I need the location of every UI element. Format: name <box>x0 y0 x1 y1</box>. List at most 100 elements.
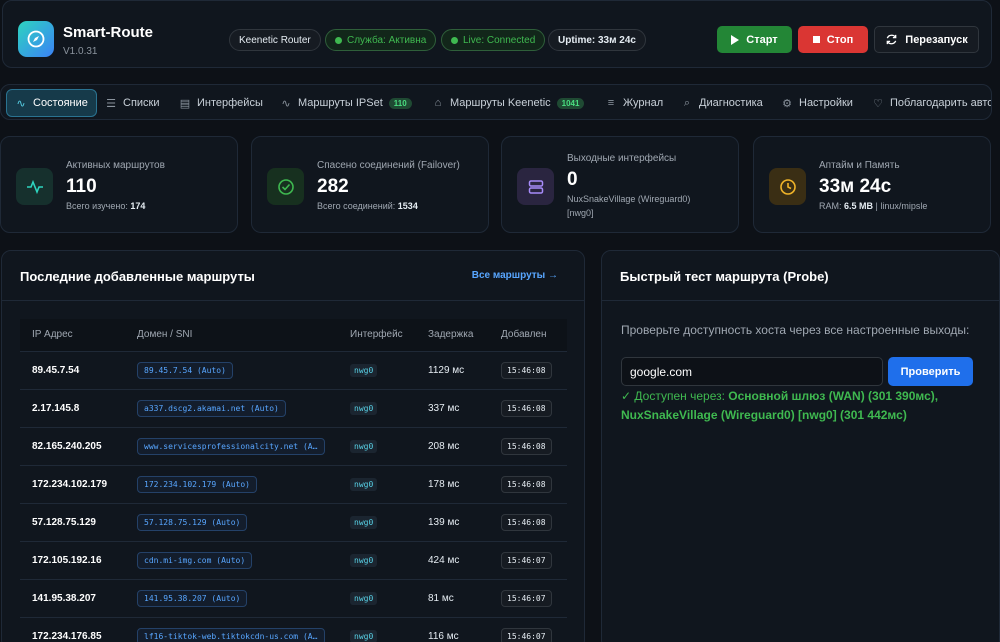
router-icon: ⌂ <box>434 97 442 109</box>
interface-tag: nwg0 <box>350 439 378 453</box>
interface-cell: nwg0 <box>338 616 416 642</box>
tab-label: Списки <box>123 97 160 109</box>
latency-cell: 208 мс <box>416 426 489 465</box>
table-row: 172.234.176.85 lf16-tiktok-web.tiktokcdn-… <box>20 616 567 642</box>
domain-cell: 89.45.7.54 (Auto) <box>125 350 338 389</box>
interface-cell: nwg0 <box>338 426 416 465</box>
interface-tag: nwg0 <box>350 363 378 377</box>
stat-card-interfaces: Выходные интерфейсы 0 NuxSnakeVillage (W… <box>501 136 739 233</box>
search-icon: ⌕ <box>683 96 691 109</box>
start-button[interactable]: Старт <box>717 26 792 53</box>
interface-tag: nwg0 <box>350 477 378 491</box>
domain-tag: cdn.mi-img.com (Auto) <box>137 551 253 569</box>
tab-label: Поблагодарить автора <box>890 97 991 109</box>
clock-icon <box>769 168 806 205</box>
tab-keenetic-routes[interactable]: ⌂ Маршруты Keenetic 1041 <box>432 89 585 117</box>
app-header: Smart-Route V1.0.31 Keenetic Router Служ… <box>2 0 992 68</box>
column-header: Домен / SNI <box>125 319 338 351</box>
probe-description: Проверьте доступность хоста через все на… <box>621 323 970 337</box>
ip-cell: 89.45.7.54 <box>20 350 125 389</box>
stat-card-active-routes: Активных маршрутов 110 Всего изучено: 17… <box>0 136 238 233</box>
stat-label: Спасено соединений (Failover) <box>317 160 460 171</box>
panel-title: Быстрый тест маршрута (Probe) <box>620 269 829 284</box>
divider <box>2 300 584 301</box>
stat-sub: RAM: 6.5 MB | linux/mipsle <box>819 201 928 211</box>
compass-icon <box>27 30 45 48</box>
stat-value: 110 <box>66 176 97 197</box>
tab-lists[interactable]: ☰ Списки <box>105 89 160 117</box>
activity-icon <box>16 168 53 205</box>
table-row: 82.165.240.205 www.servicesprofessionalci… <box>20 426 567 465</box>
uptime-text: Uptime: 33м 24с <box>558 34 636 46</box>
tab-status[interactable]: ∿ Состояние <box>6 89 97 117</box>
interface-tag: nwg0 <box>350 553 378 567</box>
stop-button[interactable]: Стоп <box>798 26 868 53</box>
status-dot-icon <box>451 36 458 44</box>
tab-label: Маршруты Keenetic <box>450 97 551 109</box>
ip-cell: 82.165.240.205 <box>20 426 125 465</box>
main-nav: ∿ Состояние ☰ Списки ▤ Интерфейсы ∿ Марш… <box>0 84 992 120</box>
latency-cell: 424 мс <box>416 540 489 579</box>
domain-cell: 141.95.38.207 (Auto) <box>125 578 338 617</box>
restart-button[interactable]: Перезапуск <box>874 26 979 53</box>
count-badge: 110 <box>388 97 412 109</box>
ip-cell: 57.128.75.129 <box>20 502 125 541</box>
stat-label: Активных маршрутов <box>66 160 165 171</box>
table-row: 172.105.192.16 cdn.mi-img.com (Auto) nwg0 4… <box>20 540 567 579</box>
all-routes-link[interactable]: Все маршруты → <box>472 270 558 281</box>
router-pill: Keenetic Router <box>229 29 321 51</box>
stop-icon <box>812 36 820 43</box>
time-tag: 15:46:07 <box>501 551 552 569</box>
column-header: Добавлен <box>489 319 567 351</box>
time-tag: 15:46:07 <box>501 589 552 607</box>
stat-label: Аптайм и Память <box>819 160 900 171</box>
tab-thank-author[interactable]: ♡ Поблагодарить автора <box>872 89 991 117</box>
restart-label: Перезапуск <box>905 33 968 46</box>
stat-sub: [nwg0] <box>567 208 594 218</box>
tab-interfaces[interactable]: ▤ Интерфейсы <box>179 89 263 117</box>
probe-check-button[interactable]: Проверить <box>888 357 973 386</box>
probe-host-input[interactable] <box>621 357 883 386</box>
app-title: Smart-Route <box>63 24 154 41</box>
added-cell: 15:46:08 <box>489 388 567 427</box>
latency-cell: 139 мс <box>416 502 489 541</box>
service-status-pill: Служба: Активна <box>325 29 437 51</box>
added-cell: 15:46:07 <box>489 578 567 617</box>
stop-label: Стоп <box>826 33 854 46</box>
ip-cell: 172.234.102.179 <box>20 464 125 503</box>
tab-settings[interactable]: ⚙ Настройки <box>781 89 853 117</box>
tab-log[interactable]: ≡ Журнал <box>605 89 663 117</box>
latency-cell: 116 мс <box>416 616 489 642</box>
tab-ipset-routes[interactable]: ∿ Маршруты IPSet 110 <box>280 89 412 117</box>
interface-tag: nwg0 <box>350 629 378 642</box>
table-row: 172.234.102.179 172.234.102.179 (Auto) nwg… <box>20 464 567 503</box>
tab-label: Настройки <box>799 97 853 109</box>
heart-icon: ♡ <box>873 97 883 110</box>
latency-cell: 337 мс <box>416 388 489 427</box>
ip-cell: 172.105.192.16 <box>20 540 125 579</box>
added-cell: 15:46:07 <box>489 616 567 642</box>
log-icon: ≡ <box>607 97 615 109</box>
check-circle-icon <box>267 168 304 205</box>
tab-label: Маршруты IPSet <box>298 97 383 109</box>
stat-sub: NuxSnakeVillage (Wireguard0) <box>567 194 691 204</box>
time-tag: 15:46:08 <box>501 361 552 379</box>
router-label: Keenetic Router <box>239 34 311 46</box>
live-status-pill: Live: Connected <box>441 29 546 51</box>
uptime-pill: Uptime: 33м 24с <box>548 29 646 51</box>
gear-icon: ⚙ <box>782 97 792 110</box>
routes-table: IP Адрес Домен / SNI Интерфейс Задержка … <box>20 319 567 642</box>
table-row: 89.45.7.54 89.45.7.54 (Auto) nwg0 1129 мс 15… <box>20 350 567 389</box>
panel-title: Последние добавленные маршруты <box>20 269 255 284</box>
activity-icon: ∿ <box>16 97 26 110</box>
latency-cell: 178 мс <box>416 464 489 503</box>
latency-cell: 81 мс <box>416 578 489 617</box>
column-header: Интерфейс <box>338 319 416 351</box>
interface-tag: nwg0 <box>350 591 378 605</box>
interface-tag: nwg0 <box>350 401 378 415</box>
tab-label: Состояние <box>33 97 88 109</box>
stat-sub: Всего изучено: 174 <box>66 201 146 211</box>
added-cell: 15:46:08 <box>489 350 567 389</box>
interface-tag: nwg0 <box>350 515 378 529</box>
tab-diagnostics[interactable]: ⌕ Диагностика <box>681 89 763 117</box>
